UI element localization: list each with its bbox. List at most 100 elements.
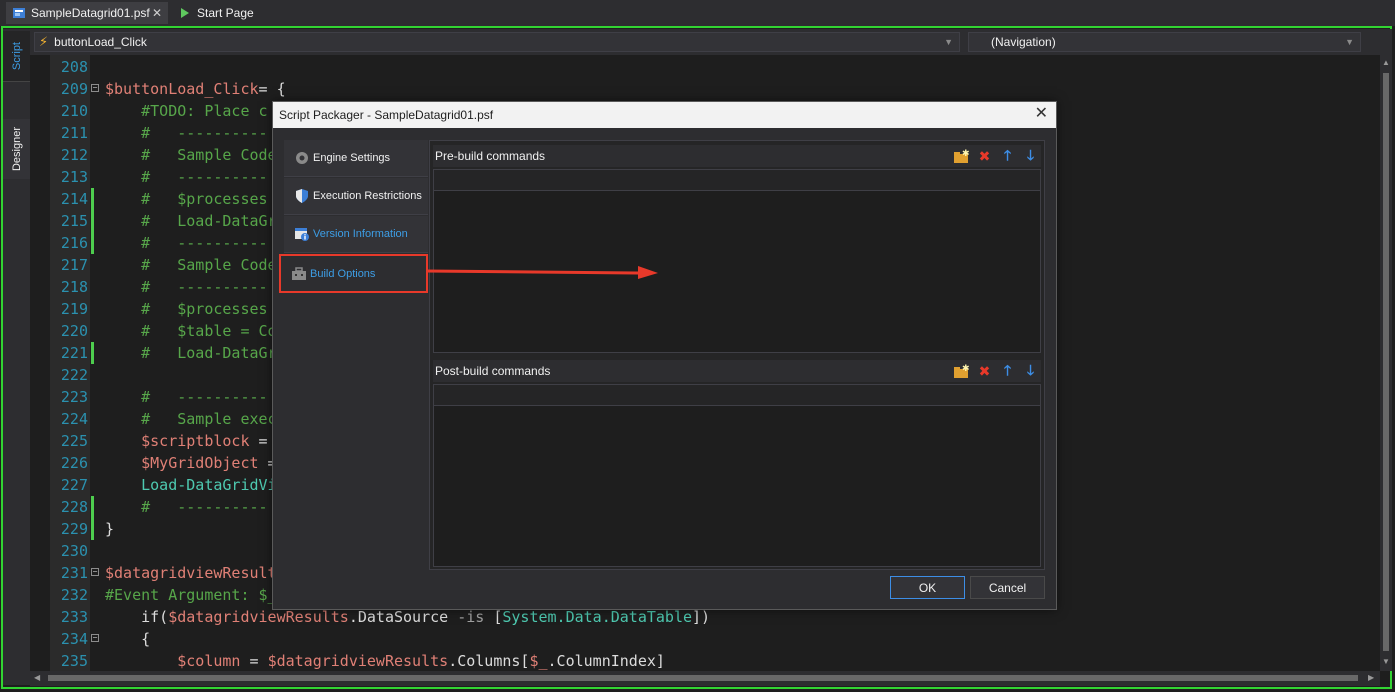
code-line[interactable]: 235 $column = $datagridviewResults.Colum…: [30, 650, 1380, 672]
code-text: # ----------: [105, 496, 267, 518]
new-command-icon[interactable]: ✱: [953, 363, 970, 380]
vertical-scrollbar[interactable]: ▲ ▼: [1380, 55, 1392, 671]
code-token: # Load-DataGr: [105, 344, 277, 362]
close-icon[interactable]: ✕: [1035, 105, 1048, 123]
packager-settings-nav: Engine Settings Execution Restrictions V…: [279, 140, 428, 570]
tab-start-page[interactable]: Start Page: [172, 2, 262, 24]
code-text: # $processes: [105, 298, 268, 320]
code-text: # ----------: [105, 166, 267, 188]
move-up-icon[interactable]: 🡑: [999, 147, 1016, 165]
scroll-left-icon[interactable]: ◀: [34, 673, 40, 682]
vertical-scroll-thumb[interactable]: [1383, 73, 1389, 651]
code-text: # Sample Code: [105, 254, 277, 276]
code-token: # ----------: [105, 124, 268, 142]
lightning-icon: ⚡: [39, 34, 49, 49]
code-text: # $table = Co: [105, 320, 276, 342]
fold-toggle-icon[interactable]: −: [91, 634, 99, 642]
tab-script[interactable]: Script: [3, 31, 30, 82]
code-token: # ----------: [105, 278, 268, 296]
code-text: $column = $datagridviewResults.Columns[$…: [105, 650, 665, 672]
line-number: 221: [60, 344, 88, 362]
code-token: # ----------: [105, 234, 268, 252]
nav-build-options[interactable]: Build Options: [279, 254, 428, 293]
move-down-icon[interactable]: 🡓: [1022, 362, 1039, 380]
nav-version-information[interactable]: Version Information: [284, 216, 428, 253]
fold-toggle-icon[interactable]: −: [91, 84, 99, 92]
nav-engine-settings[interactable]: Engine Settings: [284, 140, 428, 177]
code-text: # ----------: [105, 386, 268, 408]
nav-label: Version Information: [313, 228, 408, 240]
toolbox-icon: [291, 266, 307, 282]
fold-toggle-icon[interactable]: −: [91, 568, 99, 576]
code-text: # Sample exec: [105, 408, 276, 430]
line-number: 234: [60, 630, 88, 648]
code-token: # $processes: [105, 300, 268, 318]
line-number: 208: [60, 58, 88, 76]
move-up-icon[interactable]: 🡑: [999, 362, 1016, 380]
pre-build-commands-list[interactable]: [433, 169, 1041, 353]
pre-build-toolbar: ✱ ✖ 🡑 🡓: [953, 147, 1039, 165]
scroll-up-icon[interactable]: ▲: [1380, 58, 1392, 67]
change-marker: [91, 518, 94, 540]
code-token: $scriptblock: [105, 432, 250, 450]
change-marker: [91, 496, 94, 518]
line-number: 228: [60, 498, 88, 516]
line-number: 215: [60, 212, 88, 230]
code-token: $datagridviewResults: [267, 652, 449, 670]
tab-designer[interactable]: Designer: [3, 119, 30, 179]
line-number: 232: [60, 586, 88, 604]
code-token: ]): [692, 608, 711, 626]
change-marker: [91, 188, 94, 210]
line-number: 224: [60, 410, 88, 428]
event-dropdown[interactable]: ⚡ buttonLoad_Click ▼: [34, 32, 960, 52]
code-token: #TODO: Place c: [105, 102, 268, 120]
code-text: $scriptblock =: [105, 430, 267, 452]
horizontal-scroll-thumb[interactable]: [48, 675, 1358, 681]
code-text: # ----------: [105, 122, 268, 144]
line-number: 217: [60, 256, 88, 274]
delete-command-icon[interactable]: ✖: [976, 363, 993, 380]
change-marker: [91, 342, 94, 364]
document-tab-strip: SampleDatagrid01.psf ✕ Start Page: [0, 0, 1395, 26]
build-options-panel: Pre-build commands ✱ ✖ 🡑 🡓 Post-build co…: [429, 140, 1045, 570]
move-down-icon[interactable]: 🡓: [1022, 147, 1039, 165]
line-number: 230: [60, 542, 88, 560]
code-token: #Event Argument: $_: [105, 586, 277, 604]
horizontal-scrollbar[interactable]: ◀ ▶: [30, 671, 1380, 686]
code-text: {: [105, 628, 150, 650]
ok-button[interactable]: OK: [890, 576, 965, 599]
code-text: $datagridviewResult: [105, 562, 277, 584]
pre-build-header: Pre-build commands ✱ ✖ 🡑 🡓: [433, 145, 1041, 167]
code-line[interactable]: 209− $buttonLoad_Click= {: [30, 78, 1380, 100]
post-build-header: Post-build commands ✱ ✖ 🡑 🡓: [433, 360, 1041, 382]
code-token: $column: [105, 652, 241, 670]
navigation-dropdown[interactable]: (Navigation) ▼: [968, 32, 1361, 52]
line-number: 219: [60, 300, 88, 318]
code-token: .DataSource: [348, 608, 458, 626]
line-number: 227: [60, 476, 88, 494]
code-token: = {: [258, 80, 286, 98]
code-token: # ----------: [105, 388, 268, 406]
line-number: 212: [60, 146, 88, 164]
line-number: 210: [60, 102, 88, 120]
code-text: # ----------: [105, 276, 268, 298]
code-line[interactable]: 234− {: [30, 628, 1380, 650]
code-text: # ----------: [105, 232, 268, 254]
scroll-down-icon[interactable]: ▼: [1380, 657, 1392, 666]
dialog-titlebar: Script Packager - SampleDatagrid01.psf ✕: [273, 102, 1056, 128]
code-line[interactable]: 208: [30, 56, 1380, 78]
tab-sampledatagrid[interactable]: SampleDatagrid01.psf ✕: [6, 2, 168, 24]
new-command-icon[interactable]: ✱: [953, 148, 970, 165]
start-page-icon: [178, 6, 192, 20]
nav-execution-restrictions[interactable]: Execution Restrictions: [284, 178, 428, 215]
view-switcher: Script Designer: [3, 29, 30, 685]
cancel-button[interactable]: Cancel: [970, 576, 1045, 599]
post-build-commands-list[interactable]: [433, 384, 1041, 567]
code-token: System.Data.DataTable: [502, 608, 693, 626]
scroll-right-icon[interactable]: ▶: [1368, 673, 1374, 682]
code-navigation-bar: ⚡ buttonLoad_Click ▼ (Navigation) ▼: [30, 29, 1392, 55]
code-token: # Sample Code: [105, 256, 277, 274]
script-packager-dialog: Script Packager - SampleDatagrid01.psf ✕…: [272, 101, 1057, 610]
close-tab-icon[interactable]: ✕: [152, 6, 162, 20]
delete-command-icon[interactable]: ✖: [976, 148, 993, 165]
